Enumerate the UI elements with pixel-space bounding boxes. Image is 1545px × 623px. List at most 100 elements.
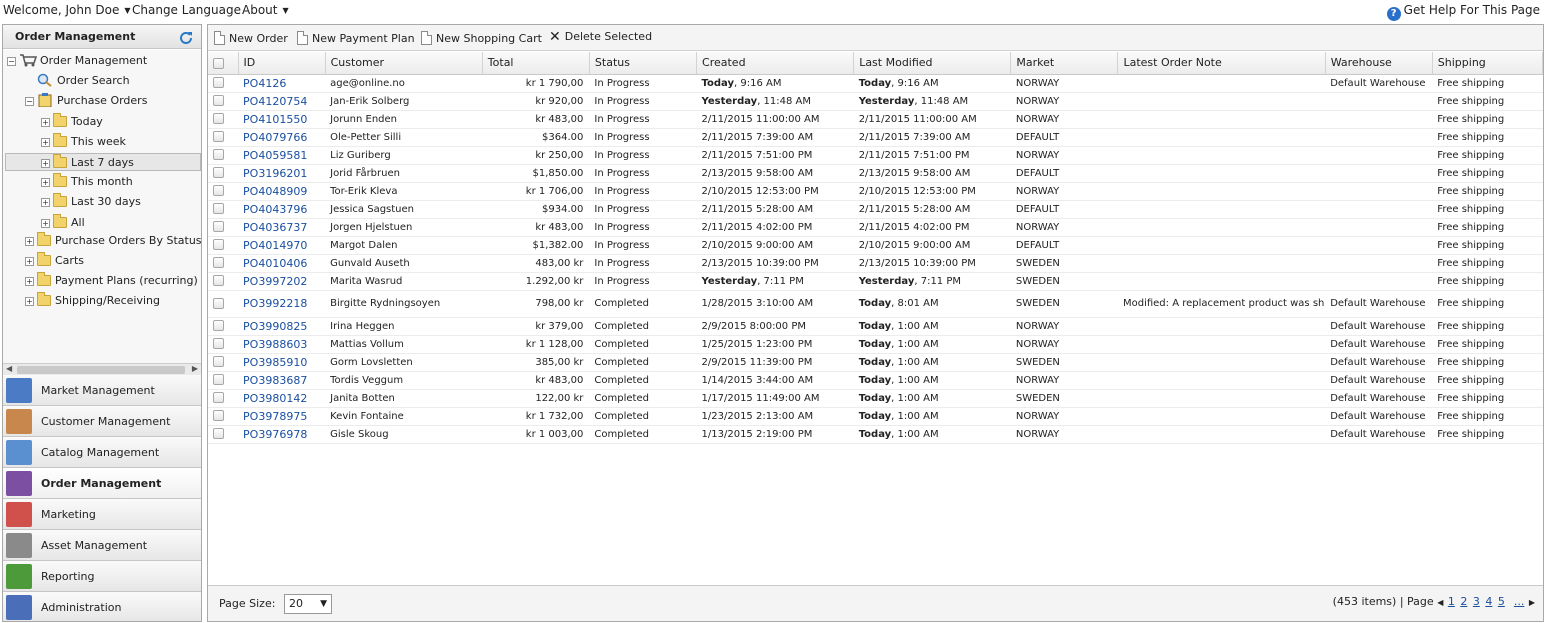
- row-checkbox[interactable]: [213, 320, 224, 332]
- tree-horizontal-scrollbar[interactable]: ◀ ▶: [3, 363, 201, 375]
- delete-selected-button[interactable]: ✕ Delete Selected: [549, 29, 652, 45]
- row-checkbox[interactable]: [213, 203, 224, 215]
- expand-icon[interactable]: +: [41, 178, 50, 187]
- expand-icon[interactable]: +: [25, 237, 34, 246]
- tree-node-order-search[interactable]: Order Search: [37, 72, 130, 90]
- table-row[interactable]: PO4043796 Jessica Sagstuen $934.00 In Progr…: [208, 200, 1543, 219]
- about-menu[interactable]: About ▼: [242, 3, 289, 17]
- select-all-checkbox[interactable]: [213, 57, 224, 69]
- change-language-link[interactable]: Change Language: [132, 3, 241, 17]
- order-id-link[interactable]: PO4079766: [238, 128, 326, 147]
- table-row[interactable]: PO3992218 Birgitte Rydningsoyen 798,00 kr C…: [208, 290, 1543, 318]
- tree-node-purchase-orders-by-status[interactable]: + Purchase Orders By Status: [25, 232, 201, 250]
- page-link-3[interactable]: 3: [1473, 595, 1480, 608]
- column-header-market[interactable]: Market: [1010, 52, 1119, 75]
- table-row[interactable]: PO4048909 Tor-Erik Kleva kr 1 706,00 In Pro…: [208, 182, 1543, 201]
- row-checkbox[interactable]: [213, 410, 224, 422]
- next-page-icon[interactable]: ▶: [1529, 598, 1535, 607]
- order-id-link[interactable]: PO4059581: [238, 146, 326, 165]
- expand-icon[interactable]: +: [25, 277, 34, 286]
- row-checkbox[interactable]: [213, 374, 224, 386]
- collapse-icon[interactable]: −: [7, 57, 16, 66]
- row-checkbox[interactable]: [213, 221, 224, 233]
- row-checkbox[interactable]: [213, 113, 224, 125]
- tree-node-purchase-orders[interactable]: − Purchase Orders: [25, 92, 147, 110]
- table-row[interactable]: PO3976978 Gisle Skoug kr 1 003,00 Completed…: [208, 425, 1543, 444]
- more-pages-link[interactable]: ...: [1514, 595, 1525, 608]
- new-payment-plan-button[interactable]: New Payment Plan: [297, 31, 415, 45]
- table-row[interactable]: PO3997202 Marita Wasrud 1.292,00 kr In Prog…: [208, 272, 1543, 291]
- order-id-link[interactable]: PO4126: [238, 74, 326, 93]
- row-checkbox[interactable]: [213, 239, 224, 251]
- order-id-link[interactable]: PO3988603: [238, 335, 326, 354]
- order-id-link[interactable]: PO3992218: [238, 290, 326, 318]
- order-id-link[interactable]: PO3978975: [238, 407, 326, 426]
- collapse-icon[interactable]: −: [25, 97, 34, 106]
- order-id-link[interactable]: PO4014970: [238, 236, 326, 255]
- column-header-last-modified[interactable]: Last Modified: [853, 52, 1012, 75]
- row-checkbox[interactable]: [213, 167, 224, 179]
- order-id-link[interactable]: PO4048909: [238, 182, 326, 201]
- row-checkbox[interactable]: [213, 428, 224, 440]
- order-id-link[interactable]: PO3990825: [238, 317, 326, 336]
- table-row[interactable]: PO4120754 Jan-Erik Solberg kr 920,00 In Pro…: [208, 92, 1543, 111]
- table-row[interactable]: PO4059581 Liz Guriberg kr 250,00 In Progres…: [208, 146, 1543, 165]
- tree-node-last-7-days[interactable]: + Last 7 days: [5, 153, 201, 171]
- order-id-link[interactable]: PO4010406: [238, 254, 326, 273]
- table-row[interactable]: PO4079766 Ole-Petter Silli $364.00 In Progr…: [208, 128, 1543, 147]
- expand-icon[interactable]: +: [41, 118, 50, 127]
- row-checkbox[interactable]: [213, 356, 224, 368]
- order-id-link[interactable]: PO4036737: [238, 218, 326, 237]
- select-all-header[interactable]: [208, 52, 239, 75]
- column-header-shipping[interactable]: Shipping: [1432, 52, 1543, 75]
- scroll-left-icon[interactable]: ◀: [6, 364, 12, 373]
- new-order-button[interactable]: New Order: [214, 31, 288, 45]
- row-checkbox[interactable]: [213, 338, 224, 350]
- order-id-link[interactable]: PO4101550: [238, 110, 326, 129]
- tree-node-payment-plans[interactable]: + Payment Plans (recurring): [25, 272, 198, 290]
- tree-node-shipping-receiving[interactable]: + Shipping/Receiving: [25, 292, 160, 310]
- module-order-management[interactable]: Order Management: [3, 468, 201, 499]
- tree-node-order-management[interactable]: − Order Management: [7, 52, 147, 70]
- tree-node-carts[interactable]: + Carts: [25, 252, 84, 270]
- page-link-1[interactable]: 1: [1448, 595, 1455, 608]
- page-size-select[interactable]: 20 ▼: [284, 594, 332, 614]
- row-checkbox[interactable]: [213, 131, 224, 143]
- order-id-link[interactable]: PO3980142: [238, 389, 326, 408]
- module-market-management[interactable]: Market Management: [3, 375, 201, 406]
- table-row[interactable]: PO4014970 Margot Dalen $1,382.00 In Progres…: [208, 236, 1543, 255]
- order-id-link[interactable]: PO4043796: [238, 200, 326, 219]
- module-catalog-management[interactable]: Catalog Management: [3, 437, 201, 468]
- column-header-status[interactable]: Status: [589, 52, 698, 75]
- row-checkbox[interactable]: [213, 297, 224, 309]
- expand-icon[interactable]: +: [25, 297, 34, 306]
- row-checkbox[interactable]: [213, 392, 224, 404]
- prev-page-icon[interactable]: ◀: [1437, 598, 1443, 607]
- row-checkbox[interactable]: [213, 149, 224, 161]
- table-row[interactable]: PO3196201 Jorid Fårbruen $1,850.00 In Progr…: [208, 164, 1543, 183]
- scrollbar-thumb[interactable]: [17, 366, 185, 374]
- tree-node-today[interactable]: + Today: [41, 113, 103, 131]
- row-checkbox[interactable]: [213, 77, 224, 89]
- order-id-link[interactable]: PO3196201: [238, 164, 326, 183]
- row-checkbox[interactable]: [213, 275, 224, 287]
- page-link-2[interactable]: 2: [1460, 595, 1467, 608]
- module-customer-management[interactable]: Customer Management: [3, 406, 201, 437]
- tree-node-all[interactable]: + All: [41, 214, 85, 232]
- column-header-id[interactable]: ID: [238, 52, 326, 75]
- order-id-link[interactable]: PO3983687: [238, 371, 326, 390]
- column-header-created[interactable]: Created: [696, 52, 855, 75]
- scroll-right-icon[interactable]: ▶: [192, 364, 198, 373]
- tree-node-last-30-days[interactable]: + Last 30 days: [41, 193, 141, 211]
- module-reporting[interactable]: Reporting: [3, 561, 201, 592]
- table-row[interactable]: PO4126 age@online.no kr 1 790,00 In Progres…: [208, 74, 1543, 93]
- column-header-customer[interactable]: Customer: [325, 52, 483, 75]
- tree-node-this-month[interactable]: + This month: [41, 173, 133, 191]
- module-marketing[interactable]: Marketing: [3, 499, 201, 530]
- new-shopping-cart-button[interactable]: New Shopping Cart: [421, 31, 542, 45]
- order-id-link[interactable]: PO4120754: [238, 92, 326, 111]
- module-asset-management[interactable]: Asset Management: [3, 530, 201, 561]
- table-row[interactable]: PO4010406 Gunvald Auseth 483,00 kr In Progr…: [208, 254, 1543, 273]
- expand-icon[interactable]: +: [41, 159, 50, 168]
- welcome-menu[interactable]: Welcome, John Doe ▼: [3, 3, 131, 17]
